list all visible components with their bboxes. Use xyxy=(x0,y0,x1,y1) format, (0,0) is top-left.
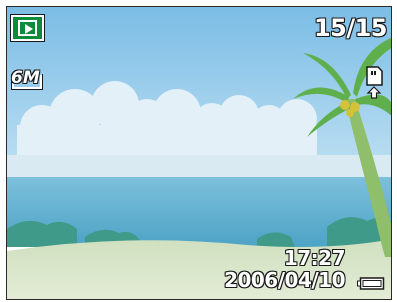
resolution-label: 6M xyxy=(11,68,40,88)
memory-card-icon xyxy=(366,66,383,99)
capture-time: 17:27 xyxy=(283,246,346,270)
capture-date: 2006/04/10 xyxy=(224,268,345,292)
playback-frame xyxy=(18,20,37,36)
frame-counter: 15/15 xyxy=(313,14,388,42)
resolution-6m-icon: 6M xyxy=(11,69,47,95)
battery-icon xyxy=(357,277,385,290)
play-triangle xyxy=(25,24,33,34)
camera-lcd-screen: 6M 15/15 17:27 2006/04/10 xyxy=(6,6,392,300)
playback-mode-icon xyxy=(10,14,45,42)
horizon-haze xyxy=(7,155,391,179)
